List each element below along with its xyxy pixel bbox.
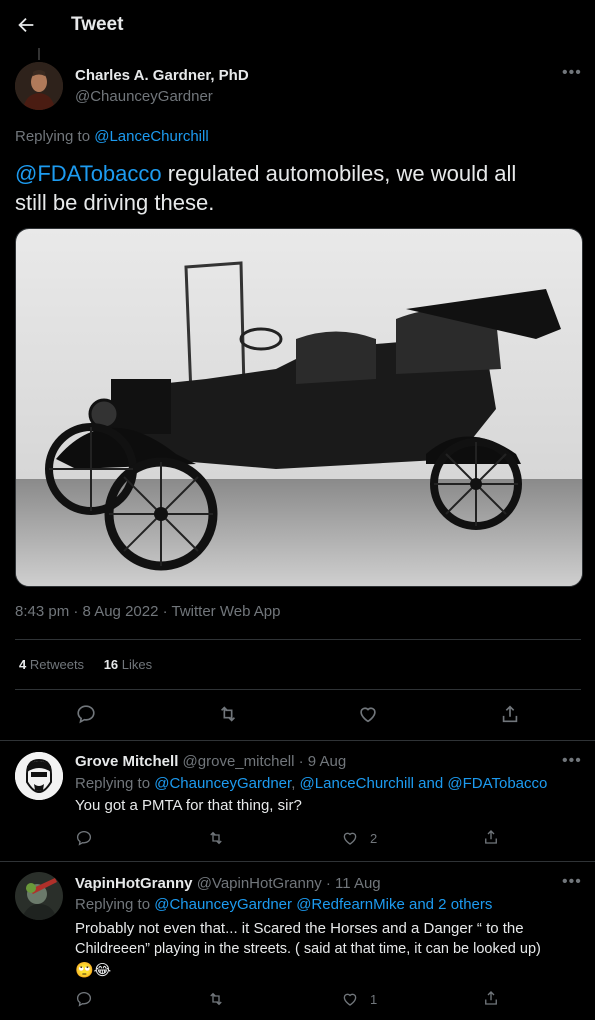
like-icon[interactable] — [341, 990, 359, 1008]
tweet-text-line: still be driving these. — [15, 190, 215, 215]
retweets-link[interactable]: 4 Retweets — [19, 657, 84, 672]
mention-link[interactable]: and — [414, 775, 447, 792]
share-icon[interactable] — [482, 989, 500, 1007]
reply-author-handle[interactable]: @grove_mitchell · 9 Aug — [183, 753, 347, 770]
reply-author-handle[interactable]: @VapinHotGranny · 11 Aug — [197, 875, 381, 892]
author-handle[interactable]: @ChaunceyGardner — [75, 88, 213, 105]
engagement-counts: 4 Retweets 16 Likes — [19, 657, 152, 672]
replying-label: Replying to — [75, 896, 151, 913]
mention-link[interactable]: @LanceChurchill — [94, 128, 208, 145]
mention-link[interactable]: @FDATobacco — [447, 775, 547, 792]
author-name[interactable]: Charles A. Gardner, PhD — [75, 67, 249, 84]
likes-count: 16 — [103, 657, 119, 672]
thread-connector — [38, 48, 40, 60]
separator: , — [291, 775, 300, 792]
retweet-icon[interactable] — [217, 703, 239, 725]
like-count: 2 — [370, 831, 378, 846]
emoji: 🙄😂 — [75, 962, 112, 979]
tweet-image[interactable] — [15, 228, 583, 587]
more-options-icon[interactable]: ••• — [562, 873, 582, 891]
reply-header: VapinHotGranny @VapinHotGranny · 11 Aug — [75, 875, 381, 892]
replying-label: Replying to — [75, 775, 151, 792]
reply-icon[interactable] — [75, 829, 93, 847]
like-icon[interactable] — [341, 829, 359, 847]
reply-icon[interactable] — [75, 703, 97, 725]
replying-to-line: Replying to @ChaunceyGardner @RedfearnMi… — [75, 896, 492, 913]
retweet-icon[interactable] — [207, 990, 225, 1008]
retweets-count: 4 — [19, 657, 27, 672]
divider — [0, 740, 595, 741]
mention-link[interactable]: @FDATobacco — [15, 161, 162, 186]
reply-header: Grove Mitchell @grove_mitchell · 9 Aug — [75, 753, 346, 770]
divider — [0, 861, 595, 862]
mention-link[interactable]: @ChaunceyGardner — [154, 775, 291, 792]
timestamp[interactable]: 8:43 pm · 8 Aug 2022 · Twitter Web App — [15, 603, 280, 620]
replying-to-line: Replying to @LanceChurchill — [15, 128, 209, 145]
like-icon[interactable] — [357, 703, 379, 725]
avatar[interactable] — [15, 62, 63, 110]
replying-to-line: Replying to @ChaunceyGardner, @LanceChur… — [75, 775, 547, 792]
reply-text: Probably not even that... it Scared the … — [75, 918, 590, 981]
likes-label: Likes — [121, 657, 153, 672]
reply-text: You got a PMTA for that thing, sir? — [75, 797, 302, 814]
share-icon[interactable] — [482, 828, 500, 846]
reply-text-line: Probably not even that... it Scared the … — [75, 920, 524, 937]
page-title: Tweet — [71, 14, 124, 35]
retweet-icon[interactable] — [207, 829, 225, 847]
avatar[interactable] — [15, 872, 63, 920]
share-icon[interactable] — [499, 703, 521, 725]
reply-author-name[interactable]: VapinHotGranny — [75, 875, 193, 892]
avatar[interactable] — [15, 752, 63, 800]
reply-text-line: Childreeen” playing in the streets. ( sa… — [75, 941, 541, 957]
retweets-label: Retweets — [29, 657, 85, 672]
reply-author-name[interactable]: Grove Mitchell — [75, 753, 178, 770]
like-count: 1 — [370, 992, 378, 1007]
back-arrow-icon[interactable] — [15, 14, 37, 36]
mention-link[interactable]: @ChaunceyGardner — [154, 896, 292, 913]
tweet-text: @FDATobacco regulated automobiles, we wo… — [15, 159, 585, 217]
divider — [15, 689, 581, 690]
more-options-icon[interactable]: ••• — [562, 64, 582, 82]
mention-link[interactable]: @RedfearnMike — [296, 896, 405, 913]
more-options-icon[interactable]: ••• — [562, 752, 582, 770]
tweet-text-line: @FDATobacco regulated automobiles, we wo… — [15, 159, 585, 188]
divider — [15, 639, 581, 640]
mention-link[interactable]: @LanceChurchill — [300, 775, 414, 792]
replying-label: Replying to — [15, 128, 91, 145]
likes-link[interactable]: 16 Likes — [104, 657, 152, 672]
mention-link[interactable]: and 2 others — [409, 896, 492, 913]
reply-icon[interactable] — [75, 990, 93, 1008]
tweet-text-segment: regulated automobiles, we would all — [161, 161, 517, 186]
